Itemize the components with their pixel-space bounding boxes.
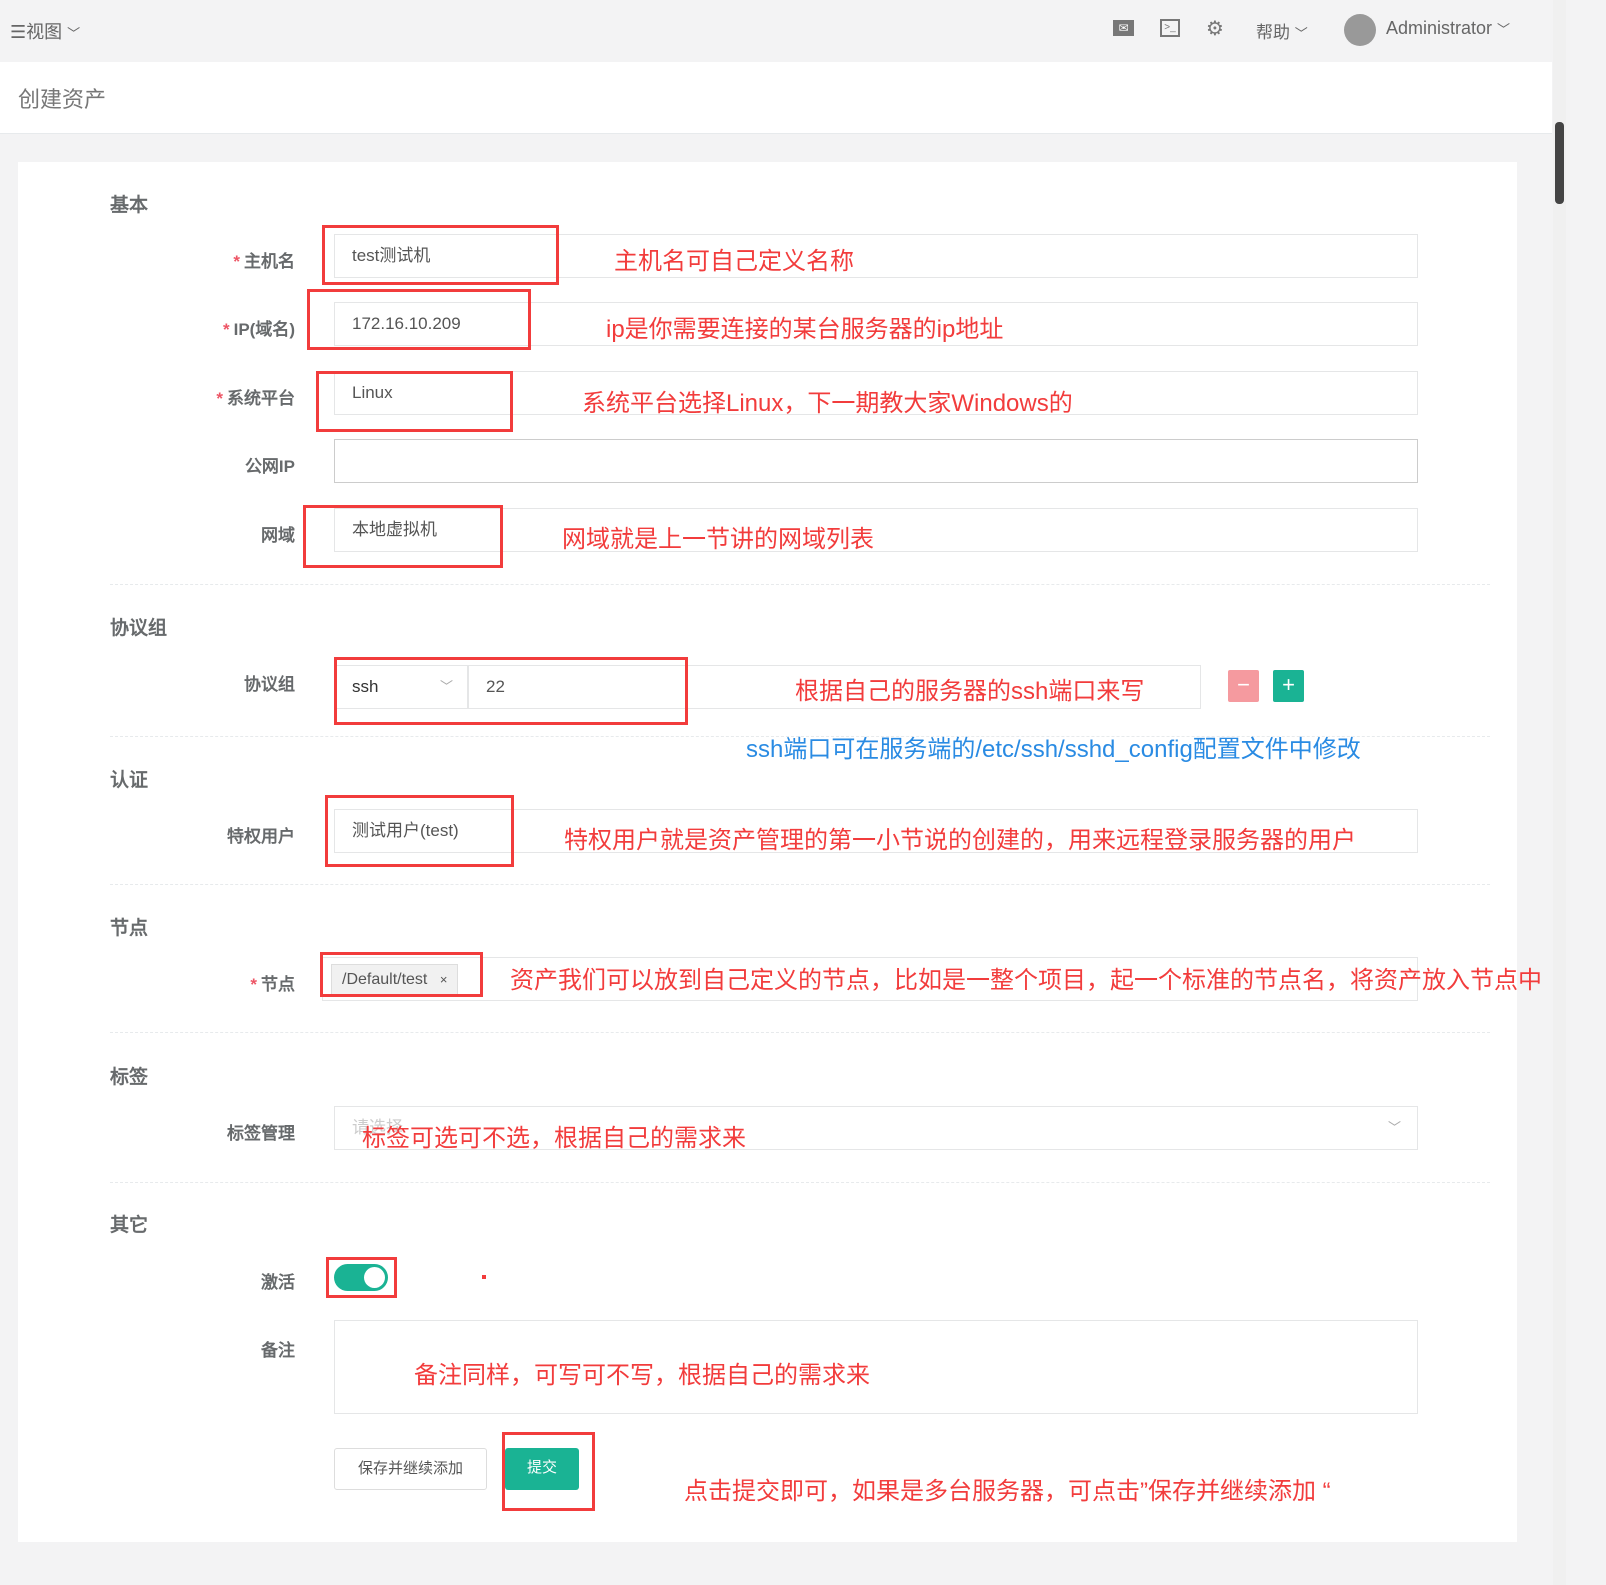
annotation-admin-user: 特权用户就是资产管理的第一小节说的创建的，用来远程登录服务器的用户 [564,827,1356,854]
scrollbar[interactable] [1553,0,1566,1585]
highlight-box [303,505,503,568]
protocol-label: 协议组 [244,675,295,694]
highlight-box [316,371,513,432]
annotation-protocol-note: ssh端口可在服务端的/etc/ssh/sshd_config配置文件中修改 [746,736,1361,763]
view-menu[interactable]: ☰视图 ﹀ [10,18,80,44]
annotation-domain: 网域就是上一节讲的网域列表 [562,526,874,553]
highlight-box [326,1257,397,1298]
annotation-submit: 点击提交即可，如果是多台服务器，可点击”保存并继续添加 “ [684,1478,1331,1505]
highlight-box [502,1432,595,1511]
public-ip-input[interactable] [334,439,1418,483]
save-continue-button[interactable]: 保存并继续添加 [334,1448,487,1490]
page-title: 创建资产 [18,87,107,112]
highlight-box [325,795,514,867]
tags-label: 标签管理 [227,1124,295,1143]
annotation-ip: ip是你需要连接的某台服务器的ip地址 [606,316,1004,343]
divider [110,884,1490,885]
annotation-tags: 标签可选可不选，根据自己的需求来 [362,1125,746,1152]
view-label: 视图 [26,22,63,42]
chevron-down-icon: ﹀ [1387,1120,1401,1135]
public-ip-label: 公网IP [244,457,295,476]
section-other: 其它 [110,1215,149,1236]
platform-label: * 系统平台 [216,389,295,408]
highlight-box [320,952,483,997]
add-protocol-button[interactable]: + [1273,670,1304,702]
domain-label: 网域 [261,526,295,545]
annotation-hostname: 主机名可自己定义名称 [614,248,854,275]
help-menu[interactable]: 帮助 ﹀ [1256,18,1308,43]
terminal-icon[interactable]: >_ [1160,19,1180,37]
avatar[interactable] [1344,14,1376,46]
node-label: * 节点 [250,975,295,994]
section-nodes: 节点 [110,918,149,939]
help-label: 帮助 [1256,23,1290,42]
section-labels: 标签 [110,1067,149,1088]
divider [110,1032,1490,1033]
highlight-box [322,225,559,285]
annotation-protocol: 根据自己的服务器的ssh端口来写 [795,678,1145,705]
admin-user-label: 特权用户 [227,827,295,846]
highlight-box [307,289,531,350]
divider [110,584,1490,585]
ip-label: * IP(域名) [222,320,295,339]
user-name: Administrator [1386,18,1493,38]
highlight-box [334,657,688,725]
section-protocols: 协议组 [110,618,168,639]
chevron-down-icon: ﹀ [1497,22,1511,37]
annotation-dot [482,1275,486,1279]
mail-icon[interactable]: ✉ [1113,20,1134,36]
comment-label: 备注 [261,1341,295,1360]
top-navbar: ☰视图 ﹀ ✉ >_ ⚙ 帮助 ﹀ Administrator ﹀ [0,0,1552,62]
gear-icon[interactable]: ⚙ [1206,16,1224,41]
chevron-down-icon: ﹀ [67,26,81,41]
divider [110,1182,1490,1183]
active-label: 激活 [261,1273,295,1292]
remove-protocol-button[interactable]: − [1228,670,1259,702]
annotation-node: 资产我们可以放到自己定义的节点，比如是一整个项目，起一个标准的节点名，将资产放入… [510,967,1542,994]
annotation-comment: 备注同样，可写可不写，根据自己的需求来 [414,1362,870,1389]
chevron-down-icon: ﹀ [1294,26,1308,41]
hostname-label: * 主机名 [233,252,295,271]
page-header [0,62,1552,134]
user-menu[interactable]: Administrator ﹀ [1386,18,1510,39]
annotation-platform: 系统平台选择Linux，下一期教大家Windows的 [582,390,1073,417]
menu-icon: ☰ [10,22,27,42]
section-basic: 基本 [110,195,149,216]
section-auth: 认证 [110,770,149,791]
scrollbar-thumb[interactable] [1555,122,1564,204]
